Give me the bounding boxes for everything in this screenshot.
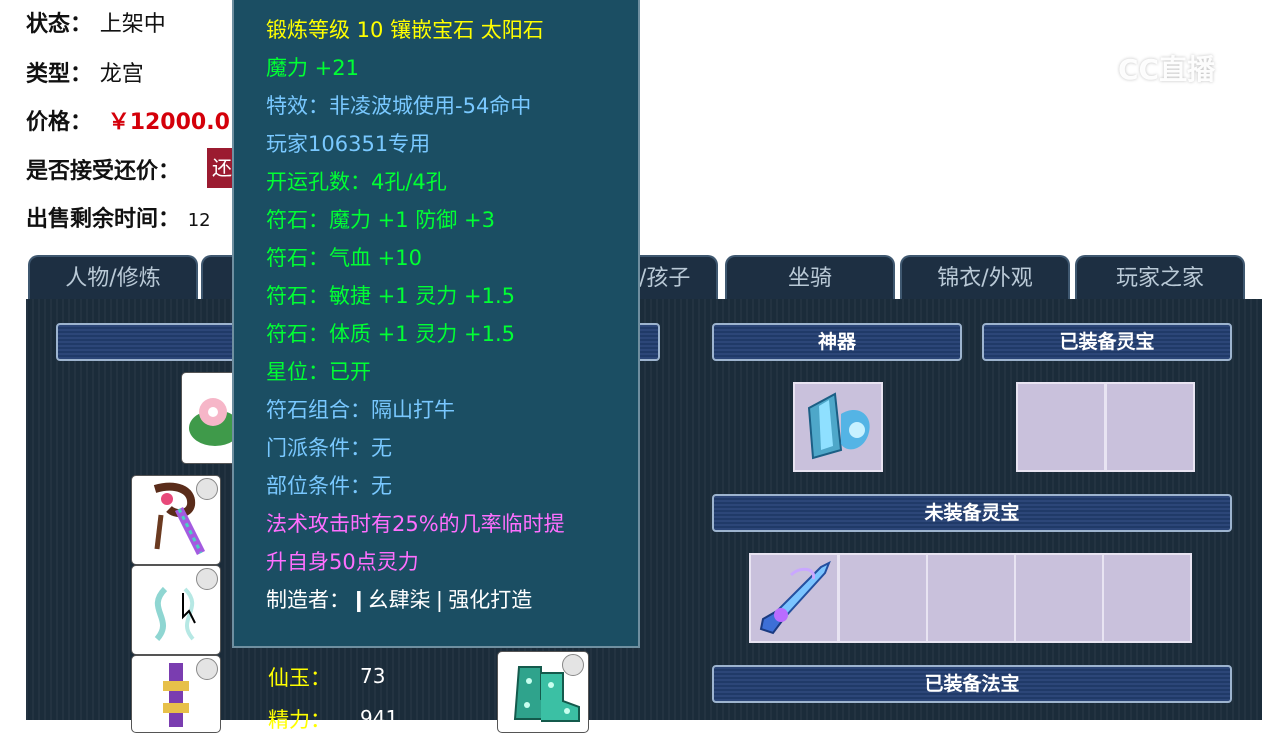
tooltip-rune-combo: 符石组合：隔山打牛: [266, 398, 455, 422]
tooltip-rune-4: 符石：体质 +1 灵力 +1.5: [266, 322, 515, 346]
tooltip-school-requirement: 门派条件：无: [266, 436, 392, 460]
unequipped-lingbao-slot-2[interactable]: [838, 553, 928, 643]
tab-mount[interactable]: 坐骑: [725, 255, 895, 301]
jingli-label: 精力：: [268, 708, 331, 732]
status-label: 状态：: [26, 12, 93, 37]
watermark-text: CC直播: [1118, 53, 1216, 86]
unequipped-lingbao-slot-4[interactable]: [1014, 553, 1104, 643]
tooltip-forge-level: 锻炼等级 10 镶嵌宝石 太阳石: [266, 18, 544, 42]
tooltip-rune-3: 符石：敏捷 +1 灵力 +1.5: [266, 284, 515, 308]
lock-icon: [562, 654, 584, 676]
xianyu-label: 仙玉：: [268, 666, 331, 690]
tooltip-effect-desc-1: 法术攻击时有25%的几率临时提: [266, 512, 565, 536]
tab-character[interactable]: 人物/修炼: [28, 255, 198, 301]
tooltip-slots: 开运孔数：4孔/4孔: [266, 170, 447, 194]
cc-live-watermark: CC直播: [1072, 46, 1215, 90]
price-value: ￥12000.0: [107, 110, 230, 135]
tooltip-owner: 玩家106351专用: [266, 132, 431, 156]
tooltip-effect-desc-2: 升自身50点灵力: [266, 550, 419, 574]
counter-offer-label: 是否接受还价：: [26, 159, 181, 184]
unequipped-lingbao-slot-5[interactable]: [1102, 553, 1192, 643]
status-row: 状态： 上架中: [26, 6, 166, 38]
tab-player-home[interactable]: 玩家之家: [1075, 255, 1245, 301]
lock-icon: [196, 478, 218, 500]
time-value: 12: [187, 210, 211, 231]
counter-offer-row: 是否接受还价：: [26, 153, 180, 185]
lotus-item-icon: [189, 398, 235, 446]
time-row: 出售剩余时间： 12: [26, 201, 211, 233]
tooltip-part-requirement: 部位条件：无: [266, 474, 392, 498]
equip-slot-flower[interactable]: [182, 373, 238, 463]
tab-outfit[interactable]: 锦衣/外观: [900, 255, 1070, 301]
price-label: 价格：: [26, 110, 93, 135]
equipped-lingbao-slot-2[interactable]: [1105, 382, 1195, 472]
equipped-lingbao-header: 已装备灵宝: [982, 323, 1232, 361]
artifact-slot[interactable]: [793, 382, 883, 472]
time-label: 出售剩余时间：: [26, 207, 181, 232]
unequipped-lingbao-header: 未装备灵宝: [712, 494, 1232, 532]
lock-icon: [196, 658, 218, 680]
item-tooltip: 锻炼等级 10 镶嵌宝石 太阳石 魔力 +21 特效：非凌波城使用-54命中 玩…: [232, 0, 640, 648]
unequipped-lingbao-slot-3[interactable]: [926, 553, 1016, 643]
left-section-bar: [56, 323, 240, 361]
artifact-icon: [807, 392, 870, 460]
jingli-value: 941: [360, 706, 399, 730]
price-row: 价格： ￥12000.0: [26, 104, 230, 136]
tooltip-special-effect: 特效：非凌波城使用-54命中: [266, 94, 532, 118]
tooltip-maker: 制造者：❙幺肆柒❘强化打造: [266, 588, 533, 612]
type-row: 类型： 龙宫: [26, 56, 144, 88]
sword-lingbao-icon: [759, 560, 831, 635]
cc-logo-icon: [1073, 49, 1111, 87]
lock-icon: [196, 568, 218, 590]
shenqi-header: 神器: [712, 323, 962, 361]
tooltip-rune-2: 符石：气血 +10: [266, 246, 422, 270]
unequipped-lingbao-slot-1[interactable]: [749, 553, 839, 643]
xianyu-value: 73: [360, 664, 386, 688]
tooltip-rune-1: 符石：魔力 +1 防御 +3: [266, 208, 495, 232]
equipped-fabao-header: 已装备法宝: [712, 665, 1232, 703]
status-value: 上架中: [99, 12, 166, 37]
tooltip-star-position: 星位：已开: [266, 360, 371, 384]
type-label: 类型：: [26, 62, 93, 87]
equipped-lingbao-slot-1[interactable]: [1016, 382, 1106, 472]
type-value: 龙宫: [99, 62, 144, 87]
tooltip-magic: 魔力 +21: [266, 56, 359, 80]
